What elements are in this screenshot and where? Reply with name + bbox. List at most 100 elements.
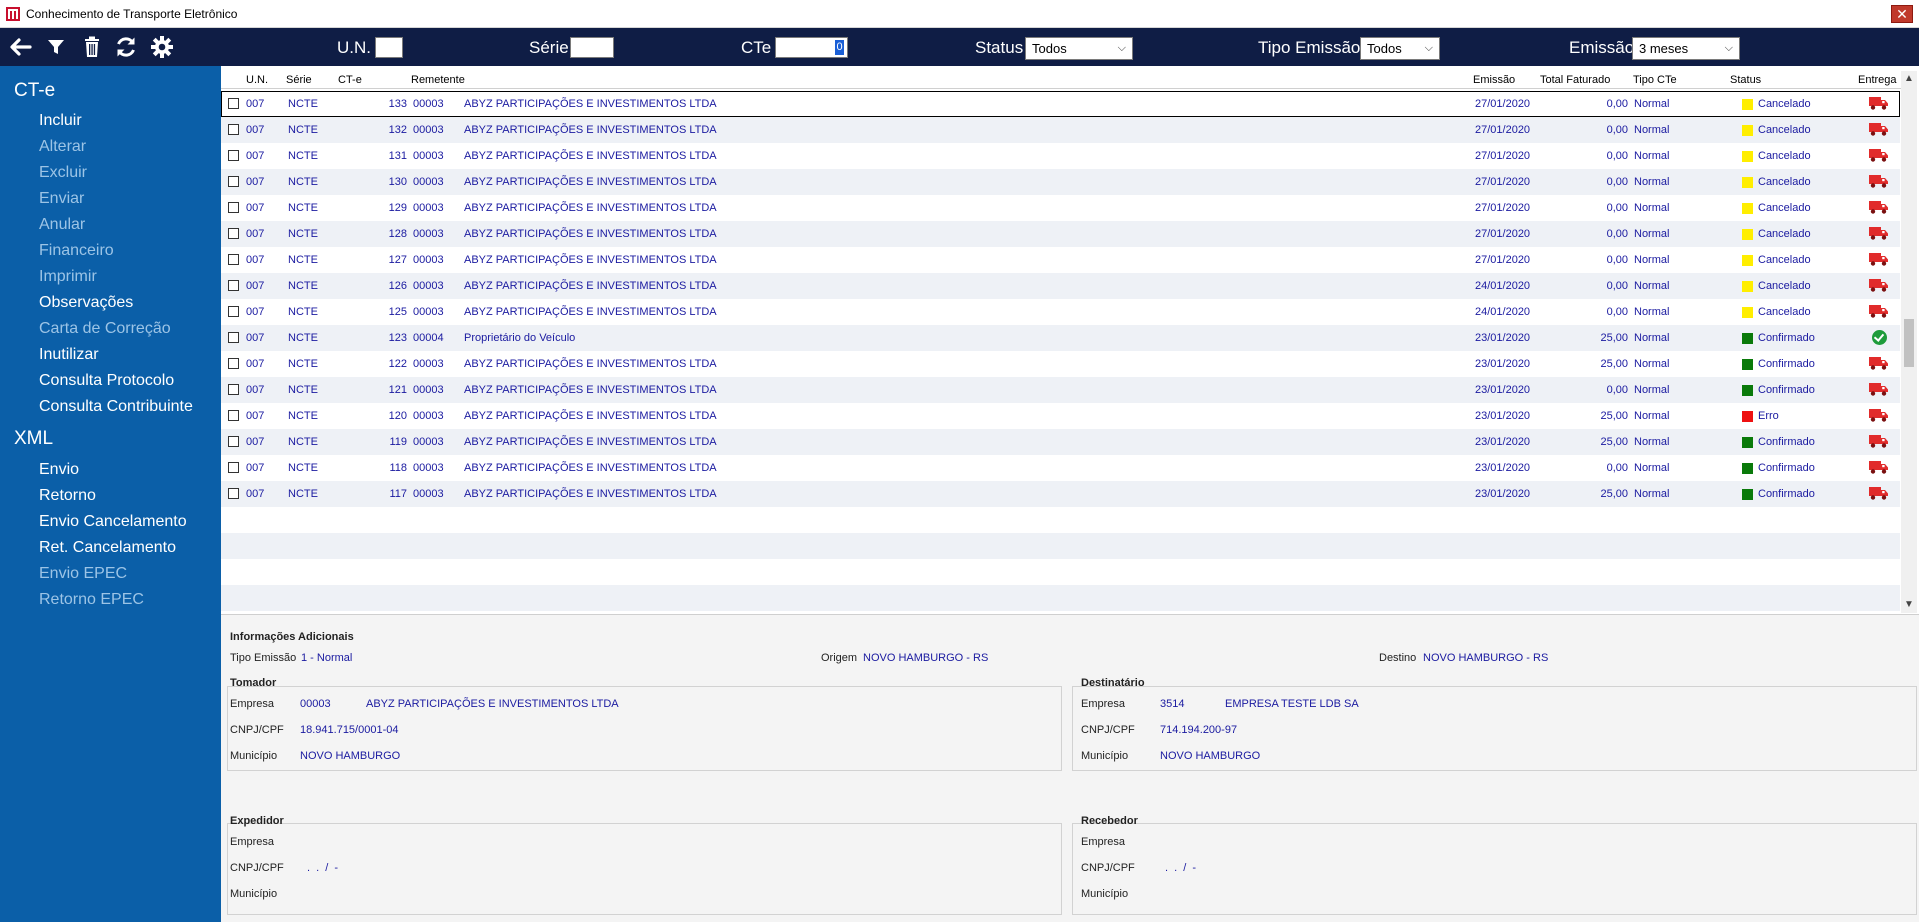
cte-input[interactable]: 0 (775, 37, 848, 58)
table-row[interactable]: 007 NCTE 122 00003 ABYZ PARTICIPAÇÕES E INVE… (221, 351, 1900, 377)
column-header-status[interactable]: Status (1730, 74, 1761, 86)
trash-icon[interactable] (78, 34, 106, 60)
truck-icon[interactable] (1869, 96, 1889, 114)
table-scrollbar[interactable]: ▲ ▼ (1901, 71, 1917, 613)
cell-cte: 127 (388, 254, 407, 266)
row-checkbox[interactable] (228, 306, 239, 317)
column-header-total-faturado[interactable]: Total Faturado (1540, 74, 1610, 86)
sidebar-item-imprimir[interactable]: Imprimir (39, 268, 97, 286)
table-row[interactable]: 007 NCTE 131 00003 ABYZ PARTICIPAÇÕES E INVE… (221, 143, 1900, 169)
close-button[interactable]: ✕ (1891, 5, 1913, 23)
serie-input[interactable] (570, 37, 614, 58)
table-row[interactable]: 007 NCTE 132 00003 ABYZ PARTICIPAÇÕES E INVE… (221, 117, 1900, 143)
delivered-check-icon[interactable] (1872, 330, 1887, 345)
back-arrow-icon[interactable] (6, 34, 34, 60)
row-checkbox[interactable] (228, 436, 239, 447)
row-checkbox[interactable] (228, 254, 239, 265)
row-checkbox[interactable] (228, 202, 239, 213)
cell-status: Cancelado (1758, 280, 1811, 292)
row-checkbox[interactable] (228, 410, 239, 421)
sidebar-item-envio-cancelamento[interactable]: Envio Cancelamento (39, 513, 187, 531)
row-checkbox[interactable] (228, 280, 239, 291)
gear-icon[interactable] (148, 34, 176, 60)
cell-emissao: 27/01/2020 (1475, 202, 1531, 214)
sidebar-item-carta-de-correcao[interactable]: Carta de Correção (39, 320, 171, 338)
table-row[interactable]: 007 NCTE 119 00003 ABYZ PARTICIPAÇÕES E INVE… (221, 429, 1900, 455)
column-header-serie[interactable]: Série (286, 74, 312, 86)
table-row[interactable]: 007 NCTE 120 00003 ABYZ PARTICIPAÇÕES E INVE… (221, 403, 1900, 429)
status-select[interactable]: Todos ⌵ (1025, 37, 1133, 60)
status-color-icon (1742, 489, 1753, 500)
row-checkbox[interactable] (228, 488, 239, 499)
sidebar-item-consulta-protocolo[interactable]: Consulta Protocolo (39, 372, 174, 390)
truck-icon[interactable] (1869, 122, 1889, 140)
row-checkbox[interactable] (228, 358, 239, 369)
cell-cte: 129 (388, 202, 407, 214)
sidebar-item-ret-cancelamento[interactable]: Ret. Cancelamento (39, 539, 176, 557)
sidebar-item-inutilizar[interactable]: Inutilizar (39, 346, 99, 364)
column-header-cte[interactable]: CT-e (338, 74, 362, 86)
table-row[interactable]: 007 NCTE 123 00004 Proprietário do Veículo 23… (221, 325, 1900, 351)
sidebar-item-excluir[interactable]: Excluir (39, 164, 87, 182)
row-checkbox[interactable] (228, 124, 239, 135)
row-checkbox[interactable] (228, 176, 239, 187)
table-row[interactable]: 007 NCTE 130 00003 ABYZ PARTICIPAÇÕES E INVE… (221, 169, 1900, 195)
sidebar-item-financeiro[interactable]: Financeiro (39, 242, 114, 260)
cell-status: Confirmado (1758, 436, 1815, 448)
un-input[interactable] (375, 37, 403, 58)
sidebar-item-envio-epec[interactable]: Envio EPEC (39, 565, 127, 583)
truck-icon[interactable] (1869, 278, 1889, 296)
sidebar-item-retorno-epec[interactable]: Retorno EPEC (39, 591, 144, 609)
column-header-emissao[interactable]: Emissão (1473, 74, 1515, 86)
truck-icon[interactable] (1869, 408, 1889, 426)
row-checkbox[interactable] (228, 462, 239, 473)
truck-icon[interactable] (1869, 486, 1889, 504)
sidebar-item-retorno[interactable]: Retorno (39, 487, 96, 505)
table-row[interactable]: 007 NCTE 125 00003 ABYZ PARTICIPAÇÕES E INVE… (221, 299, 1900, 325)
sidebar-item-anular[interactable]: Anular (39, 216, 85, 234)
truck-icon[interactable] (1869, 434, 1889, 452)
table-row[interactable]: 007 NCTE 133 00003 ABYZ PARTICIPAÇÕES E INVE… (221, 91, 1900, 117)
table-row[interactable]: 007 NCTE 126 00003 ABYZ PARTICIPAÇÕES E INVE… (221, 273, 1900, 299)
column-header-remetente[interactable]: Remetente (411, 74, 465, 86)
sidebar-item-observacoes[interactable]: Observações (39, 294, 133, 312)
emissao-select[interactable]: 3 meses ⌵ (1632, 37, 1740, 60)
table-row[interactable]: 007 NCTE 128 00003 ABYZ PARTICIPAÇÕES E INVE… (221, 221, 1900, 247)
table-row[interactable]: 007 NCTE 121 00003 ABYZ PARTICIPAÇÕES E INVE… (221, 377, 1900, 403)
truck-icon[interactable] (1869, 460, 1889, 478)
truck-icon[interactable] (1869, 200, 1889, 218)
cell-tipo-cte: Normal (1634, 176, 1670, 188)
cell-un: 007 (246, 384, 265, 396)
table-row[interactable]: 007 NCTE 127 00003 ABYZ PARTICIPAÇÕES E INVE… (221, 247, 1900, 273)
row-checkbox[interactable] (228, 150, 239, 161)
table-row[interactable]: 007 NCTE 129 00003 ABYZ PARTICIPAÇÕES E INVE… (221, 195, 1900, 221)
truck-icon[interactable] (1869, 148, 1889, 166)
scroll-thumb[interactable] (1904, 319, 1914, 367)
sidebar-item-incluir[interactable]: Incluir (39, 112, 82, 130)
column-header-entrega[interactable]: Entrega (1858, 74, 1897, 86)
tipo-emissao-detail-label: Tipo Emissão (230, 652, 297, 664)
scroll-down-icon[interactable]: ▼ (1901, 597, 1917, 613)
sidebar-item-consulta-contribuinte[interactable]: Consulta Contribuinte (39, 398, 193, 416)
sidebar-item-envio[interactable]: Envio (39, 461, 79, 479)
row-checkbox[interactable] (228, 384, 239, 395)
column-header-un[interactable]: U.N. (246, 74, 268, 86)
truck-icon[interactable] (1869, 252, 1889, 270)
truck-icon[interactable] (1869, 174, 1889, 192)
truck-icon[interactable] (1869, 382, 1889, 400)
table-row[interactable]: 007 NCTE 118 00003 ABYZ PARTICIPAÇÕES E INVE… (221, 455, 1900, 481)
column-header-tipo-cte[interactable]: Tipo CTe (1633, 74, 1677, 86)
tipo-emissao-select[interactable]: Todos ⌵ (1360, 37, 1440, 60)
table-row[interactable]: 007 NCTE 117 00003 ABYZ PARTICIPAÇÕES E INVE… (221, 481, 1900, 507)
row-checkbox[interactable] (228, 98, 239, 109)
scroll-up-icon[interactable]: ▲ (1901, 71, 1917, 87)
row-checkbox[interactable] (228, 332, 239, 343)
filter-icon[interactable] (42, 34, 70, 60)
row-checkbox[interactable] (228, 228, 239, 239)
sidebar-item-alterar[interactable]: Alterar (39, 138, 86, 156)
truck-icon[interactable] (1869, 226, 1889, 244)
sidebar-item-enviar[interactable]: Enviar (39, 190, 84, 208)
truck-icon[interactable] (1869, 304, 1889, 322)
truck-icon[interactable] (1869, 356, 1889, 374)
refresh-icon[interactable] (112, 34, 140, 60)
